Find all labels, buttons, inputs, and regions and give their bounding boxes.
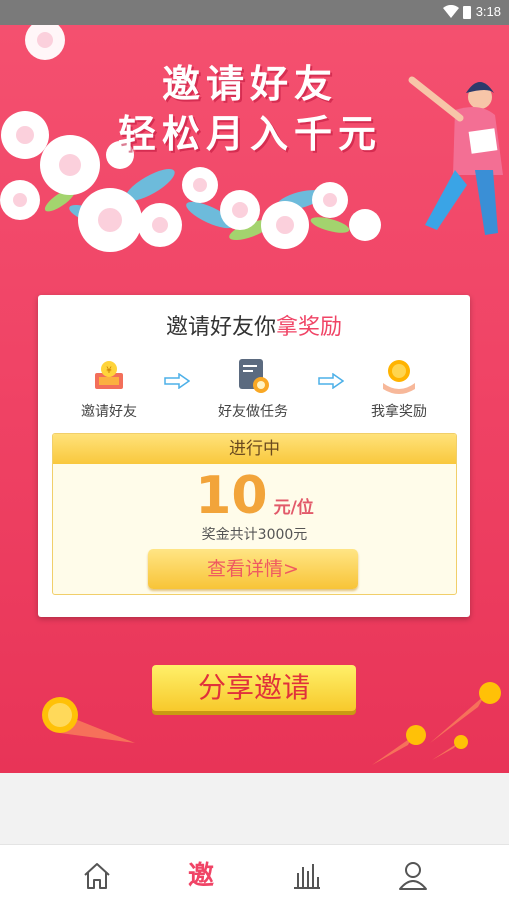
- status-bar: 3:18: [0, 0, 509, 25]
- view-details-button[interactable]: 查看详情>: [148, 549, 358, 589]
- progress-panel: 进行中 10 元/位 奖金共计3000元 查看详情>: [52, 433, 457, 595]
- step-label: 好友做任务: [218, 404, 288, 420]
- status-time: 3:18: [475, 4, 501, 19]
- card-title: 邀请好友你拿奖励: [38, 309, 470, 341]
- bottom-nav: 邀: [0, 844, 509, 905]
- step-get-reward: 我拿奖励: [344, 353, 454, 421]
- step-label: 我拿奖励: [371, 404, 427, 420]
- nav-home[interactable]: [80, 859, 114, 893]
- wifi-icon: [443, 5, 459, 18]
- invite-hero-banner: 邀请好友 轻松月入千元 邀请好友你拿奖励 ¥ 邀请好友 好友做任务 我拿奖励 进…: [0, 25, 509, 773]
- task-document-icon: [239, 359, 269, 393]
- bar-chart-icon: [294, 864, 320, 889]
- amount-unit: 元/位: [273, 497, 314, 518]
- home-icon: [84, 863, 110, 889]
- progress-status: 进行中: [53, 434, 456, 464]
- share-invite-button[interactable]: 分享邀请: [152, 665, 356, 711]
- headline-line-1: 邀请好友: [161, 62, 338, 106]
- headline-line-2: 轻松月入千元: [117, 112, 382, 156]
- card-title-main: 邀请好友你: [165, 315, 276, 340]
- reward-amount: 10 元/位: [53, 466, 456, 526]
- nav-invite-glyph: 邀: [187, 861, 214, 891]
- total-bonus: 奖金共计3000元: [201, 527, 308, 543]
- card-title-highlight: 拿奖励: [276, 315, 343, 340]
- coin-hand-icon: [383, 360, 415, 394]
- nav-stats[interactable]: [290, 859, 324, 893]
- amount-value: 10: [195, 466, 268, 526]
- reward-card: 邀请好友你拿奖励 ¥ 邀请好友 好友做任务 我拿奖励 进行中 10 元/位 奖金…: [38, 295, 470, 617]
- nav-profile[interactable]: [396, 859, 430, 893]
- battery-icon: [463, 6, 471, 19]
- svg-text:¥: ¥: [106, 366, 112, 376]
- arrow-right-icon: [164, 373, 190, 389]
- nav-invite[interactable]: 邀: [184, 859, 218, 893]
- step-friend-tasks: 好友做任务: [198, 353, 308, 421]
- arrow-right-icon: [318, 373, 344, 389]
- step-invite-friends: ¥ 邀请好友: [54, 353, 164, 421]
- gold-bar-icon: ¥: [95, 361, 123, 389]
- user-icon: [399, 862, 427, 890]
- step-label: 邀请好友: [81, 404, 137, 420]
